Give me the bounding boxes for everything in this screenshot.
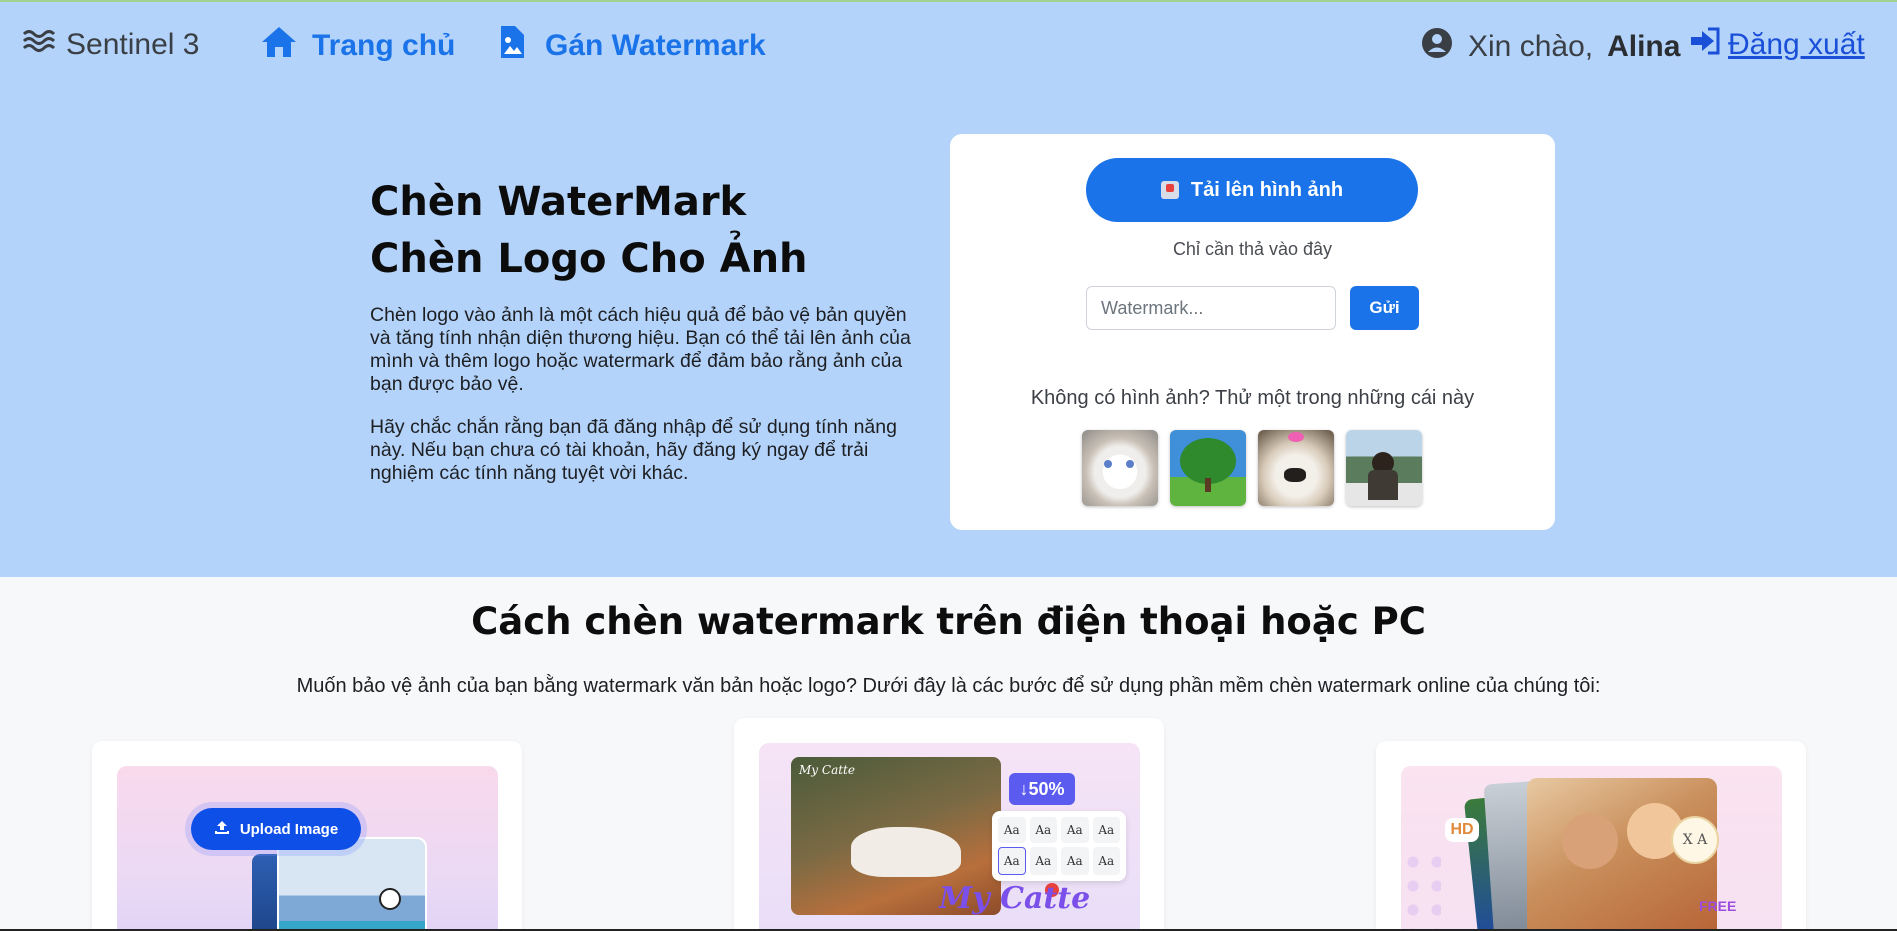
upload-image-button[interactable]: Tải lên hình ảnh [1086,158,1418,222]
font-option: Aa [1092,847,1120,875]
font-option: Aa [1092,817,1120,843]
nav-home-link[interactable]: Trang chủ [260,24,455,68]
greeting-text: Xin chào, [1468,30,1594,63]
hero-section: Chèn WaterMark Chèn Logo Cho Ảnh Chèn lo… [0,84,1897,577]
illustration-upload-label: Upload Image [239,820,339,838]
upload-card: Tải lên hình ảnh Chỉ cần thả vào đây Gửi… [950,134,1555,530]
user-circle-icon [1420,26,1454,68]
logout-link[interactable]: Đăng xuất [1688,26,1865,64]
sample-thumb-girl[interactable] [1346,430,1422,506]
upload-arrow-icon [214,819,230,839]
file-image-icon [493,24,531,68]
xa-badge: X A [1671,816,1719,864]
hero-paragraph-2: Hãy chắc chắn rằng bạn đã đăng nhập để s… [370,416,897,484]
sample-thumb-cat[interactable] [1082,430,1158,506]
username: Alina [1607,30,1681,63]
guide-title: Cách chèn watermark trên điện thoại hoặc… [471,600,1426,643]
hero-title-line2: Chèn Logo Cho Ảnh [370,236,808,282]
font-picker: Aa Aa Aa Aa Aa Aa Aa Aa [992,811,1126,881]
overlay-watermark-text: My Catte [939,881,1091,916]
inbox-tray-icon [1160,181,1179,199]
step-card-upload: Upload Image [92,741,522,931]
hero-title: Chèn WaterMark Chèn Logo Cho Ảnh [370,174,808,288]
step-card-download: HD X A FREE [1376,741,1806,931]
brand[interactable]: Sentinel 3 [22,26,199,64]
font-option: Aa [1029,817,1057,843]
upload-illustration: Upload Image [117,766,498,931]
nav-home-label: Trang chủ [312,29,456,62]
font-option-selected: Aa [998,847,1026,875]
free-label: FREE [1699,898,1737,914]
user-greeting: Xin chào, Alina [1420,26,1680,68]
sample-thumb-dog[interactable] [1258,430,1334,506]
step-card-edit: My Catte ↓50% Aa Aa Aa Aa Aa Aa Aa Aa My… [734,718,1164,931]
font-option: Aa [998,817,1026,843]
try-samples-text: Không có hình ảnh? Thử một trong những c… [1030,387,1475,409]
illustration-upload-pill: Upload Image [191,808,361,850]
sample-thumb-tree[interactable] [1170,430,1246,506]
nav-watermark-label: Gán Watermark [545,29,766,62]
home-icon [260,24,298,68]
font-option: Aa [1029,847,1057,875]
brand-name: Sentinel 3 [66,28,200,61]
sign-out-icon [1688,26,1722,64]
hero-paragraph-1: Chèn logo vào ảnh là một cách hiệu quả đ… [370,304,911,395]
illustration-photo-front [277,837,427,931]
edit-illustration: My Catte ↓50% Aa Aa Aa Aa Aa Aa Aa Aa My… [759,743,1140,931]
hd-badge: HD [1445,818,1479,842]
font-option: Aa [1061,847,1089,875]
opacity-badge: ↓50% [1009,773,1075,805]
logout-label: Đăng xuất [1728,28,1865,61]
sample-images [1082,430,1422,506]
waves-icon [22,26,56,64]
drop-hint: Chỉ cần thả vào đây [1172,239,1333,259]
decorative-dots [1401,850,1441,930]
guide-subtitle: Muốn bảo vệ ảnh của bạn bằng watermark v… [296,675,1601,697]
download-illustration: HD X A FREE [1401,766,1782,931]
hero-title-line1: Chèn WaterMark [370,179,747,225]
upload-button-label: Tải lên hình ảnh [1190,178,1344,201]
send-button[interactable]: Gửi [1350,286,1419,330]
navbar: Sentinel 3 Trang chủ Gán Watermark Xin c… [0,2,1897,84]
font-option: Aa [1061,817,1089,843]
hand-cursor-icon [379,888,401,910]
nav-watermark-link[interactable]: Gán Watermark [493,24,766,68]
watermark-input[interactable] [1086,286,1336,330]
photo-watermark: My Catte [799,763,855,777]
